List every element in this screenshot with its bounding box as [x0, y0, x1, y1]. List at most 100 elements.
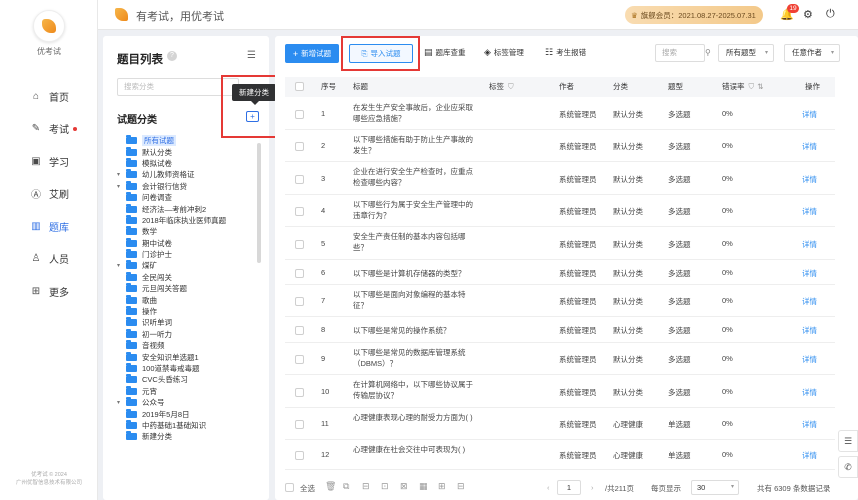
tree-node[interactable]: 2019年5月8日 [117, 408, 257, 419]
tree-node[interactable]: 期中试卷 [117, 237, 257, 249]
power-icon[interactable]: ⏻ [826, 8, 835, 21]
tree-node[interactable]: 初一听力 [117, 328, 257, 340]
search-icon[interactable]: ⚲ [705, 44, 716, 62]
expand-arrow-icon[interactable]: ▾ [117, 399, 126, 406]
delete-icon[interactable]: 🗑 [325, 481, 336, 492]
table-row[interactable]: 5 安全生产责任制的基本内容包括哪些？ 系统管理员 默认分类 多选题 0% 详情 [285, 227, 835, 260]
row-checkbox[interactable] [295, 269, 304, 278]
row-title[interactable]: 以下哪些是常见的操作系统？ [353, 325, 475, 336]
copy-icon[interactable]: ⧉ [343, 481, 349, 492]
tree-node[interactable]: 数学 [117, 226, 257, 237]
row-title[interactable]: 在发生生产安全事故后，企业应采取哪些应急措施？ [353, 102, 475, 124]
expand-arrow-icon[interactable]: ▾ [117, 183, 126, 190]
row-detail-link[interactable]: 详情 [802, 387, 817, 398]
expand-arrow-icon[interactable]: ▾ [117, 171, 126, 178]
author-select[interactable]: 任意作者 ▾ [784, 44, 840, 62]
collapse-panel-icon[interactable]: ☰ [247, 50, 256, 61]
table-row[interactable]: 4 以下哪些行为属于安全生产管理中的违章行为？ 系统管理员 默认分类 多选题 0% 详情 [285, 195, 835, 227]
row-title[interactable]: 安全生产责任制的基本内容包括哪些？ [353, 231, 475, 253]
table-row[interactable]: 9 以下哪些是常见的数据库管理系统（DBMS）？ 系统管理员 默认分类 多选题 0% 详情 [285, 343, 835, 375]
table-row[interactable]: 2 以下哪些措施有助于防止生产事故的发生？ 系统管理员 默认分类 多选题 0% 详情 [285, 130, 835, 162]
float-feedback-button[interactable]: ☰ [838, 430, 858, 452]
select-all-checkbox[interactable] [295, 82, 304, 91]
edit-batch-icon[interactable]: ▦ [419, 481, 428, 492]
row-detail-link[interactable]: 详情 [802, 239, 817, 250]
table-row[interactable]: 6 以下哪些是计算机存储器的类型？ 系统管理员 默认分类 多选题 0% 详情 [285, 260, 835, 285]
tree-node[interactable]: 中药基础1基础知识 [117, 419, 257, 431]
row-title[interactable]: 以下哪些是计算机存储器的类型？ [353, 268, 475, 279]
prev-page-button[interactable]: ‹ [547, 483, 550, 492]
row-checkbox[interactable] [295, 297, 304, 306]
footer-select-all-checkbox[interactable] [285, 483, 294, 492]
tree-node[interactable]: 元宵 [117, 385, 257, 397]
row-title[interactable]: 心理健康在社会交往中可表现为( ) [353, 444, 475, 455]
nav-item-question-bank[interactable]: ▥ 题库 [0, 210, 98, 243]
row-checkbox[interactable] [295, 420, 304, 429]
dedupe-button[interactable]: ▤ 题库查重 [424, 47, 466, 58]
tree-node[interactable]: 操作 [117, 306, 257, 317]
tree-node[interactable]: ▾ 煤矿 [117, 260, 257, 271]
tree-node[interactable]: 歌曲 [117, 294, 257, 305]
tree-node[interactable]: 100道禁毒戒毒题 [117, 363, 257, 374]
row-checkbox[interactable] [295, 110, 304, 119]
row-detail-link[interactable]: 详情 [802, 325, 817, 336]
row-detail-link[interactable]: 详情 [802, 419, 817, 430]
export-icon[interactable]: ⊡ [381, 481, 389, 492]
row-title[interactable]: 以下哪些是面向对象编程的基本特征？ [353, 289, 475, 311]
tree-node[interactable]: 2018年临床执业医师真题 [117, 214, 257, 226]
row-checkbox[interactable] [295, 207, 304, 216]
row-checkbox[interactable] [295, 451, 304, 460]
filter-batch-icon[interactable]: ⊟ [457, 481, 465, 492]
nav-item-home[interactable]: ⌂ 首页 [0, 80, 98, 113]
tree-node[interactable]: 音视频 [117, 340, 257, 351]
tree-node[interactable]: ▾ 公众号 [117, 397, 257, 408]
next-page-button[interactable]: › [591, 483, 594, 492]
tree-node[interactable]: ▾ 幼儿教师资格证 [117, 169, 257, 180]
row-title[interactable]: 心理健康表现心理的耐受力方面为( ) [353, 412, 475, 423]
row-detail-link[interactable]: 详情 [802, 354, 817, 365]
nav-item-exam[interactable]: ✎ 考试 [0, 113, 98, 146]
nav-item-people[interactable]: ♙ 人员 [0, 243, 98, 276]
row-title[interactable]: 在计算机网络中，以下哪些协议属于传输层协议？ [353, 379, 475, 401]
table-row[interactable]: 1 在发生生产安全事故后，企业应采取哪些应急措施？ 系统管理员 默认分类 多选题 0% 详情 [285, 98, 835, 130]
row-checkbox[interactable] [295, 355, 304, 364]
nav-item-practice[interactable]: Ⓐ 艾刷 [0, 178, 98, 211]
table-row[interactable]: 11 心理健康表现心理的耐受力方面为( ) 系统管理员 心理健康 单选题 0% 详情 [285, 408, 835, 440]
move-icon[interactable]: ⊟ [362, 481, 370, 492]
row-detail-link[interactable]: 详情 [802, 206, 817, 217]
new-question-button[interactable]: + 新增试题 [285, 44, 339, 63]
table-row[interactable]: 10 在计算机网络中，以下哪些协议属于传输层协议？ 系统管理员 默认分类 多选题 0% 详情 [285, 375, 835, 408]
tree-node[interactable]: 问卷调查 [117, 192, 257, 203]
column-header-tags[interactable]: 标签 ⛉ [489, 77, 514, 97]
tag-batch-icon[interactable]: ⊠ [400, 481, 408, 492]
table-row[interactable]: 3 企业在进行安全生产检查时，应重点检查哪些内容？ 系统管理员 默认分类 多选题 0% 详情 [285, 162, 835, 195]
row-checkbox[interactable] [295, 240, 304, 249]
tree-node[interactable]: 全民闯关 [117, 271, 257, 283]
row-checkbox[interactable] [295, 142, 304, 151]
app-logo[interactable] [33, 10, 65, 42]
question-type-select[interactable]: 所有题型 ▾ [718, 44, 774, 62]
nav-item-study[interactable]: ▣ 学习 [0, 145, 98, 178]
row-detail-link[interactable]: 详情 [802, 141, 817, 152]
row-detail-link[interactable]: 详情 [802, 450, 817, 461]
tree-node[interactable]: 门诊护士 [117, 249, 257, 260]
tree-node[interactable]: 元旦闯关答题 [117, 283, 257, 294]
tree-node[interactable]: 经济法—考前冲刺2 [117, 203, 257, 214]
student-report-button[interactable]: ☷ 考生报错 [545, 47, 586, 58]
tree-node[interactable]: ▾ 会计银行信贷 [117, 180, 257, 192]
row-title[interactable]: 以下哪些行为属于安全生产管理中的违章行为？ [353, 199, 475, 221]
tree-node[interactable]: 新建分类 [117, 431, 257, 442]
row-title[interactable]: 以下哪些措施有助于防止生产事故的发生？ [353, 134, 475, 156]
settings-icon[interactable]: ⚙ [803, 8, 813, 21]
current-page-input[interactable]: 1 [557, 480, 581, 495]
table-row[interactable]: 7 以下哪些是面向对象编程的基本特征？ 系统管理员 默认分类 多选题 0% 详情 [285, 285, 835, 317]
row-checkbox[interactable] [295, 326, 304, 335]
row-detail-link[interactable]: 详情 [802, 109, 817, 120]
tree-node[interactable]: CVC头昏练习 [117, 374, 257, 385]
row-title[interactable]: 以下哪些是常见的数据库管理系统（DBMS）？ [353, 347, 475, 369]
per-page-select[interactable]: 30 ▾ [691, 480, 739, 495]
expand-arrow-icon[interactable]: ▾ [117, 262, 126, 269]
archive-icon[interactable]: ⊞ [438, 481, 446, 492]
tree-node[interactable]: 默认分类 [117, 146, 257, 157]
row-detail-link[interactable]: 详情 [802, 174, 817, 185]
